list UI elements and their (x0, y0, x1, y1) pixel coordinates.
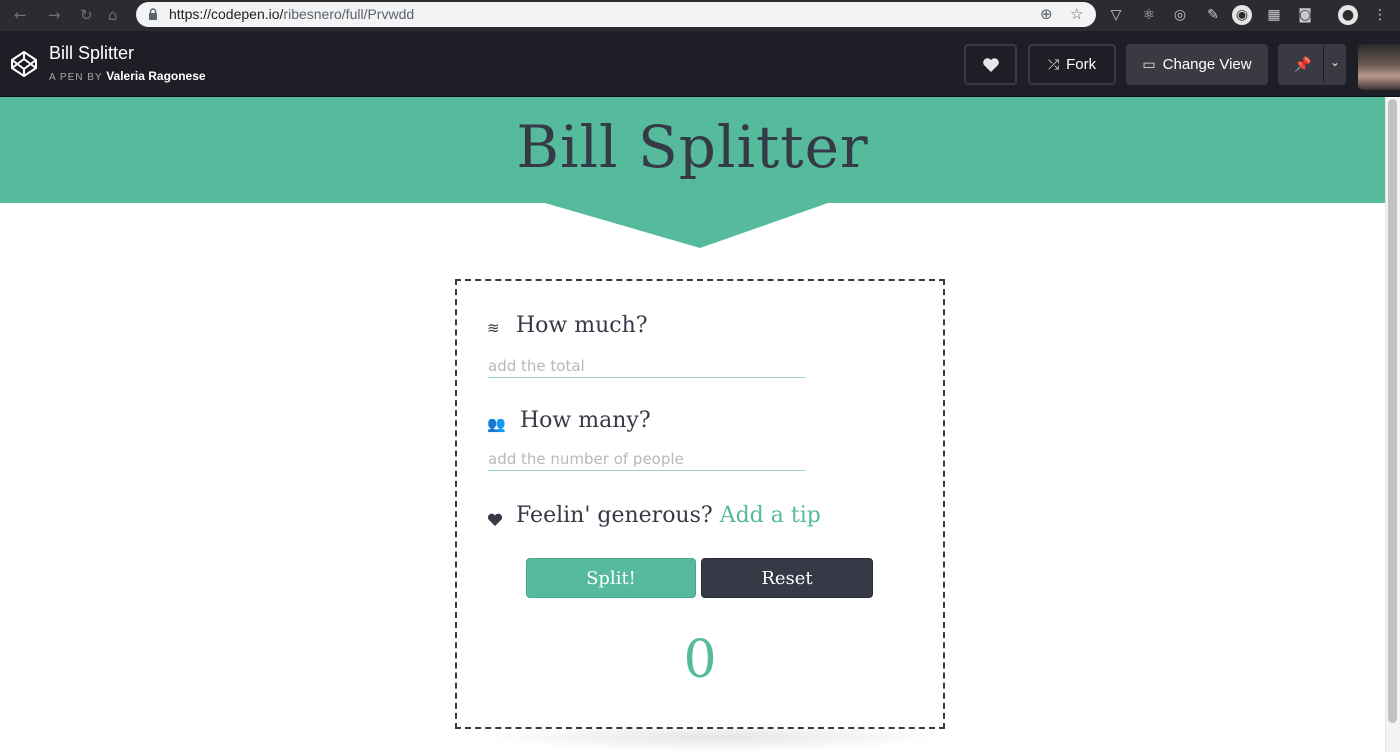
url-text: https://codepen.io/ribesnero/full/Prvwdd (169, 6, 414, 22)
extension-eyedropper-icon[interactable]: ✎ (1203, 5, 1223, 25)
view-icon: ▭ (1142, 56, 1156, 73)
url-path: ribesnero/full/Prvwdd (283, 6, 415, 22)
translate-icon[interactable]: ⊕ (1040, 5, 1053, 23)
byline-prefix: A PEN BY (49, 72, 103, 83)
change-view-label: Change View (1162, 56, 1252, 73)
add-tip-link[interactable]: Add a tip (720, 503, 821, 528)
heart-icon (982, 57, 999, 72)
result-value: 0 (683, 630, 717, 690)
address-bar[interactable]: https://codepen.io/ribesnero/full/Prvwdd… (136, 2, 1096, 27)
fork-label: Fork (1066, 56, 1097, 73)
split-button[interactable]: Split! (526, 558, 696, 598)
generous-row: Feelin' generous? Add a tip (516, 503, 821, 528)
generous-label: Feelin' generous? (516, 503, 713, 528)
codepen-header: Bill Splitter A PEN BY Valeria Ragonese … (0, 31, 1400, 97)
how-many-label: How many? (520, 408, 651, 433)
lock-icon (149, 8, 157, 20)
coins-icon: ≋ (487, 319, 500, 337)
avatar[interactable] (1358, 44, 1400, 90)
total-input[interactable] (488, 354, 806, 378)
fork-icon: ⤮ (1047, 56, 1060, 73)
banner-arrow (545, 203, 828, 248)
menu-icon[interactable]: ⋮ (1370, 5, 1390, 25)
scrollbar-thumb[interactable] (1388, 99, 1397, 723)
pin-button[interactable]: 📌 ⌄ (1278, 44, 1346, 85)
app-title: Bill Splitter (516, 113, 869, 181)
forward-icon[interactable]: → (48, 6, 61, 24)
extension-face-icon[interactable]: ◙ (1295, 5, 1315, 25)
reload-icon[interactable]: ↻ (80, 6, 93, 24)
fork-button[interactable]: ⤮ Fork (1028, 44, 1116, 85)
extension-shield-icon[interactable]: ▽ (1106, 5, 1126, 25)
people-input[interactable] (488, 447, 806, 471)
pen-title: Bill Splitter (49, 43, 135, 63)
heart-icon (487, 513, 503, 526)
extension-circle-icon[interactable]: ◉ (1232, 5, 1252, 25)
chevron-down-icon[interactable]: ⌄ (1330, 55, 1340, 69)
home-icon[interactable]: ⌂ (108, 6, 118, 24)
reset-button[interactable]: Reset (701, 558, 873, 598)
profile-icon[interactable]: ● (1338, 5, 1358, 25)
users-icon: 👥 (487, 415, 506, 433)
browser-toolbar: ← → ↻ ⌂ https://codepen.io/ribesnero/ful… (0, 0, 1400, 31)
author-link[interactable]: Valeria Ragonese (106, 69, 205, 83)
pin-icon: 📌 (1294, 56, 1312, 73)
pin-divider (1323, 46, 1324, 83)
url-host: https://codepen.io/ (169, 6, 284, 22)
change-view-button[interactable]: ▭ Change View (1126, 44, 1268, 85)
extension-grid-icon[interactable]: ▦ (1264, 5, 1284, 25)
codepen-logo-icon[interactable] (10, 50, 38, 78)
heart-button[interactable] (964, 44, 1017, 85)
extension-target-icon[interactable]: ◎ (1170, 5, 1190, 25)
bookmark-star-icon[interactable]: ☆ (1070, 5, 1083, 23)
how-much-label: How much? (516, 313, 648, 338)
react-devtools-icon[interactable]: ⚛ (1139, 5, 1159, 25)
pen-byline: A PEN BY Valeria Ragonese (49, 69, 206, 83)
back-icon[interactable]: ← (14, 6, 27, 24)
